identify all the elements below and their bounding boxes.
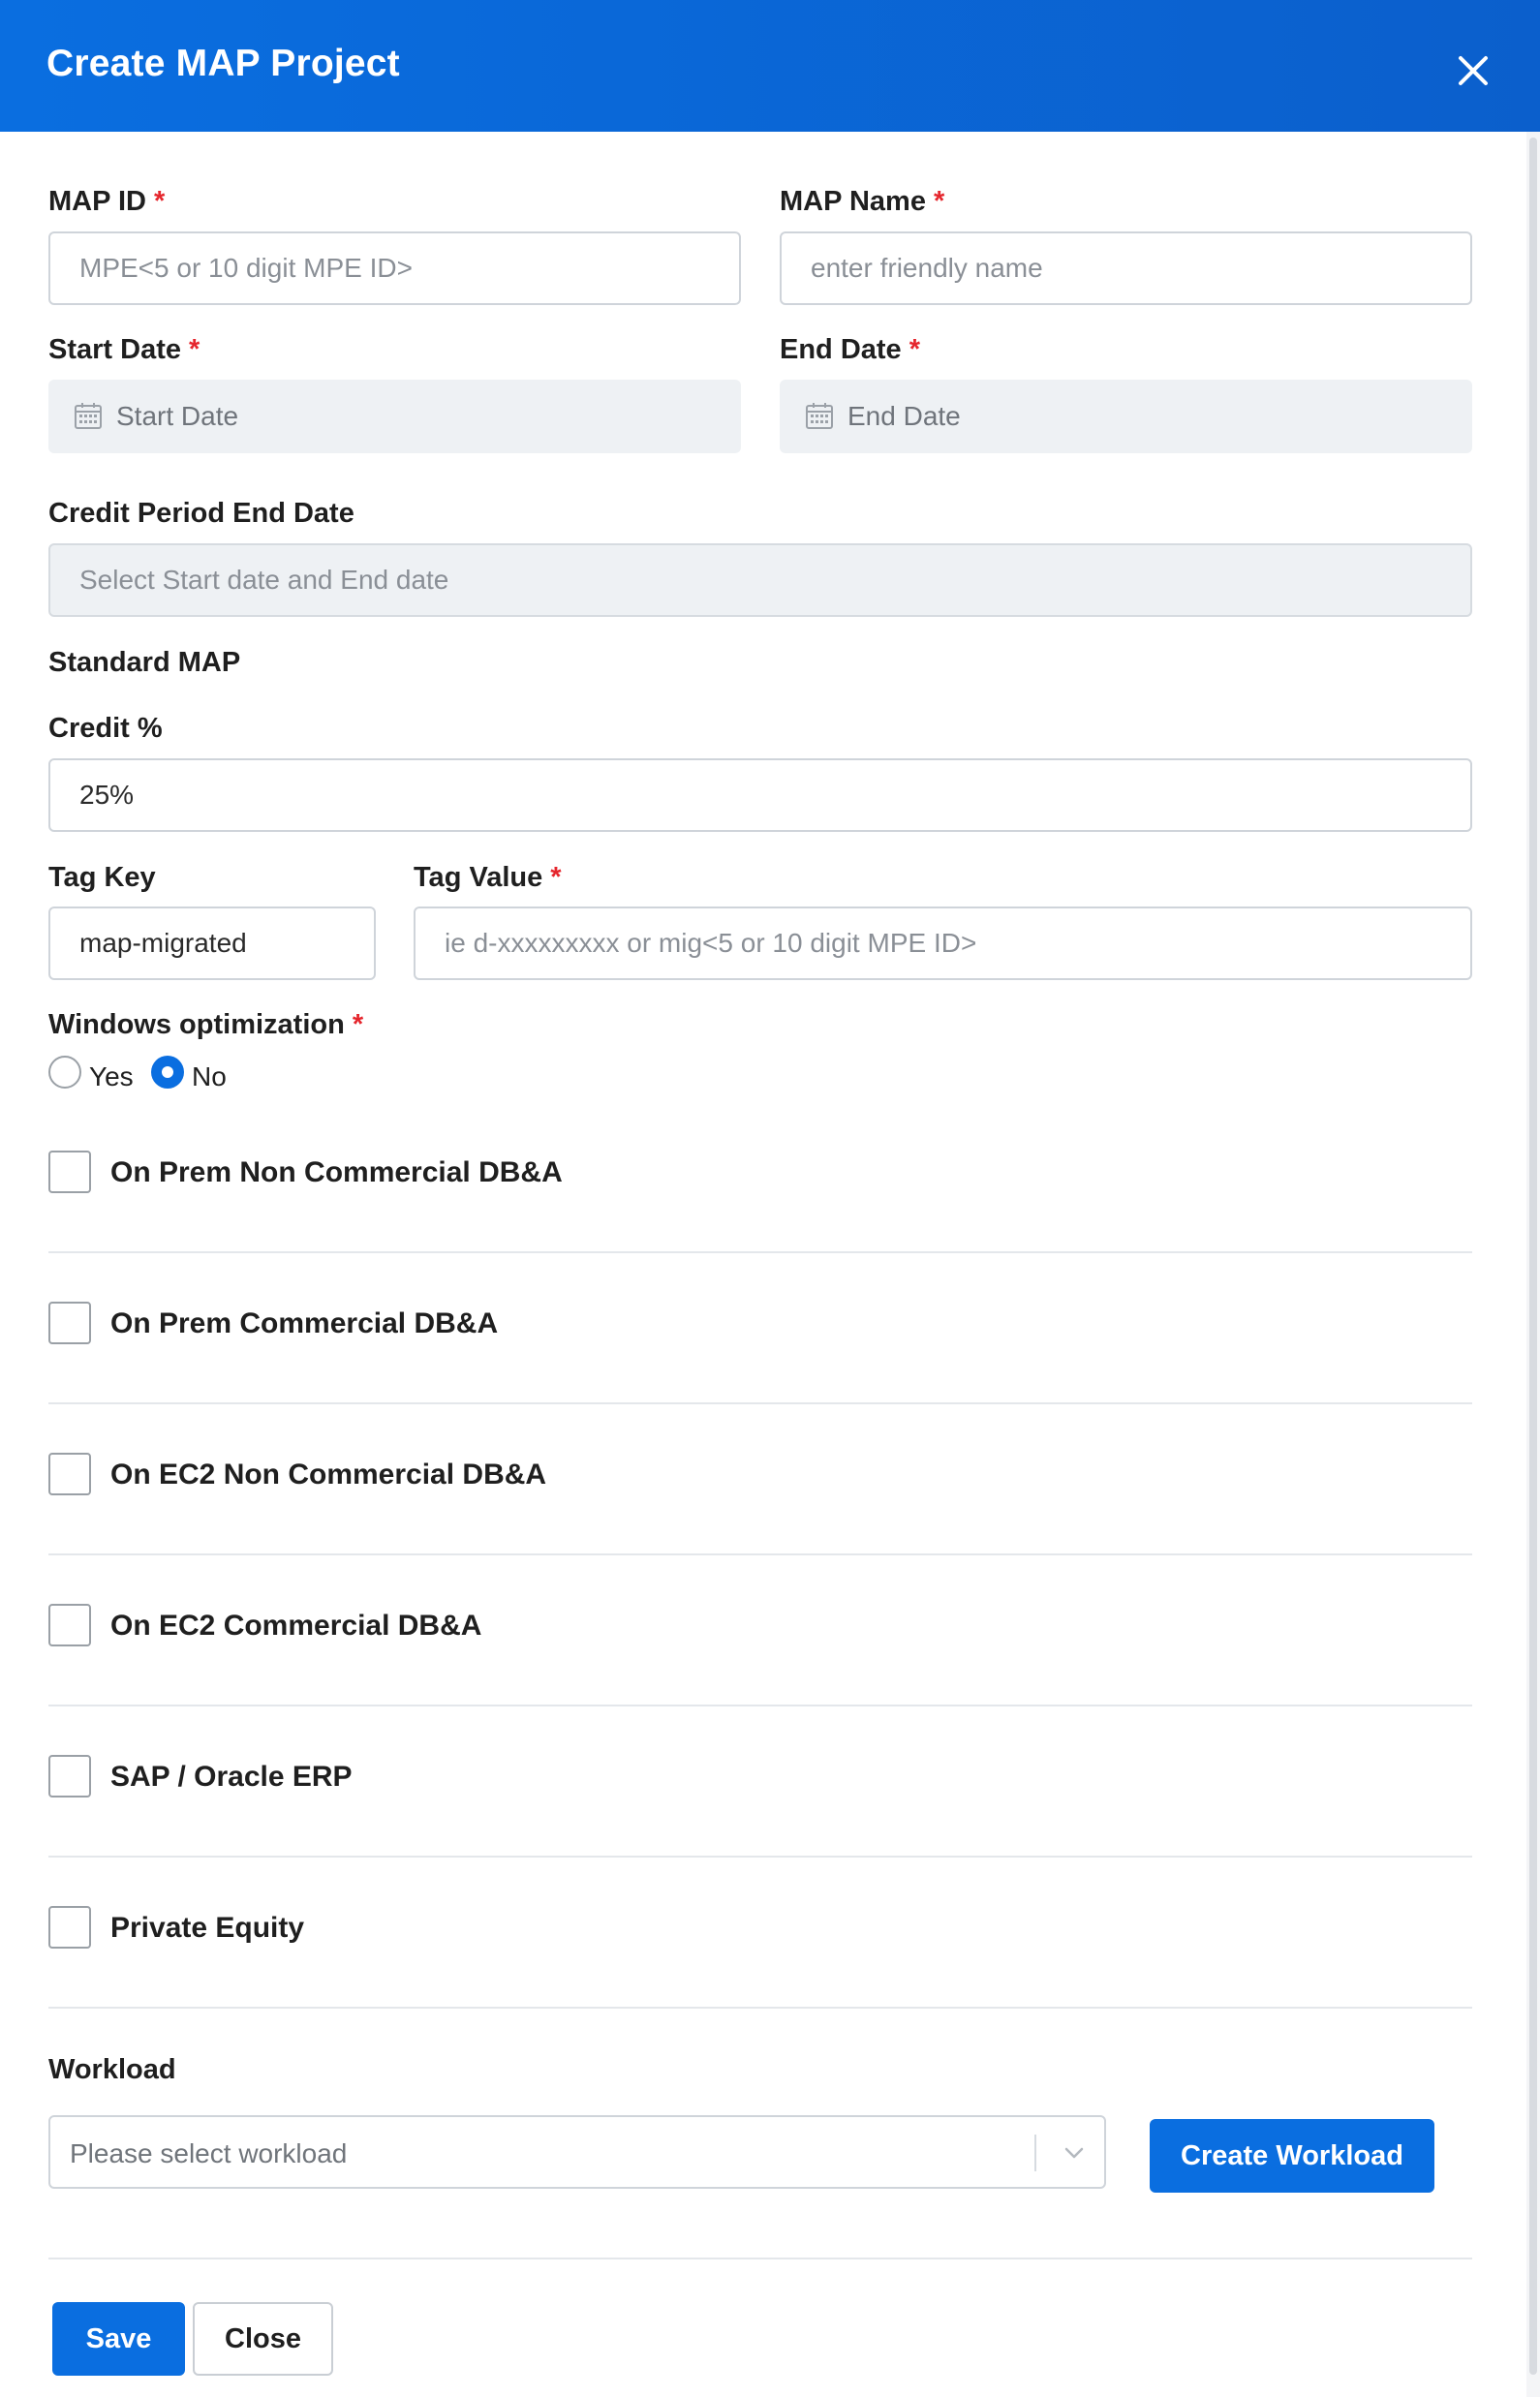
radio-no-label[interactable]: No <box>192 1061 227 1092</box>
divider <box>48 1402 1472 1404</box>
map-name-input[interactable]: enter friendly name <box>780 231 1472 305</box>
divider <box>48 1553 1472 1555</box>
checkbox-label[interactable]: Private Equity <box>110 1912 304 1945</box>
map-id-input[interactable]: MPE<5 or 10 digit MPE ID> <box>48 231 741 305</box>
required-mark: * <box>189 334 200 365</box>
divider <box>48 2007 1472 2009</box>
credit-period-end-input: Select Start date and End date <box>48 543 1472 617</box>
radio-yes-label[interactable]: Yes <box>89 1061 134 1092</box>
workload-select-placeholder: Please select workload <box>70 2138 348 2168</box>
modal-header: Create MAP Project <box>0 0 1540 132</box>
required-mark: * <box>352 1009 364 1040</box>
map-name-label-text: MAP Name <box>780 186 926 217</box>
checkbox-label[interactable]: On Prem Commercial DB&A <box>110 1307 498 1340</box>
checkbox[interactable] <box>48 1302 91 1344</box>
windows-optimization-label-text: Windows optimization <box>48 1009 345 1040</box>
divider <box>48 1705 1472 1706</box>
required-mark: * <box>909 334 920 365</box>
tag-value-input[interactable]: ie d-xxxxxxxxx or mig<5 or 10 digit MPE … <box>414 907 1472 980</box>
checkbox-row-private-equity[interactable]: Private Equity <box>48 1906 1472 2057</box>
start-date-input[interactable]: Start Date <box>48 380 741 453</box>
tag-key-label: Tag Key <box>48 862 156 893</box>
required-mark: * <box>153 186 166 217</box>
tag-value-label-text: Tag Value <box>414 862 543 893</box>
start-date-label-text: Start Date <box>48 334 181 365</box>
map-id-label-text: MAP ID <box>48 186 146 217</box>
radio-yes[interactable] <box>48 1056 81 1089</box>
calendar-icon <box>75 403 102 429</box>
end-date-label: End Date * <box>780 334 920 366</box>
select-separator <box>1034 2135 1036 2171</box>
footer-divider <box>48 2258 1472 2259</box>
close-button[interactable]: Close <box>193 2302 333 2376</box>
end-date-label-text: End Date <box>780 334 902 365</box>
checkbox-row-sap-oracle-erp[interactable]: SAP / Oracle ERP <box>48 1755 1472 1906</box>
map-id-label: MAP ID * <box>48 186 165 218</box>
checkbox-row-on-prem-commercial[interactable]: On Prem Commercial DB&A <box>48 1302 1472 1453</box>
checkbox-row-on-ec2-commercial[interactable]: On EC2 Commercial DB&A <box>48 1604 1472 1755</box>
scrollbar-thumb[interactable] <box>1529 138 1537 2375</box>
tag-key-input[interactable]: map-migrated <box>48 907 376 980</box>
chevron-down-icon[interactable] <box>1062 2140 1087 2166</box>
checkbox-row-on-ec2-non-commercial[interactable]: On EC2 Non Commercial DB&A <box>48 1453 1472 1604</box>
map-name-label: MAP Name * <box>780 186 944 218</box>
checkbox-row-on-prem-non-commercial[interactable]: On Prem Non Commercial DB&A <box>48 1151 1472 1302</box>
save-button[interactable]: Save <box>52 2302 185 2376</box>
divider <box>48 1251 1472 1253</box>
checkbox[interactable] <box>48 1604 91 1646</box>
windows-optimization-label: Windows optimization * <box>48 1009 363 1041</box>
radio-no[interactable] <box>151 1056 184 1089</box>
credit-period-end-label: Credit Period End Date <box>48 498 354 529</box>
workload-label: Workload <box>48 2054 176 2085</box>
modal-title: Create MAP Project <box>46 43 400 84</box>
checkbox-label[interactable]: On EC2 Non Commercial DB&A <box>110 1459 546 1491</box>
start-date-label: Start Date * <box>48 334 200 366</box>
credit-percent-input[interactable]: 25% <box>48 758 1472 832</box>
checkbox-label[interactable]: On Prem Non Commercial DB&A <box>110 1156 563 1189</box>
end-date-input[interactable]: End Date <box>780 380 1472 453</box>
create-workload-button[interactable]: Create Workload <box>1150 2119 1434 2193</box>
standard-map-heading: Standard MAP <box>48 647 241 678</box>
divider <box>48 1856 1472 1858</box>
checkbox[interactable] <box>48 1151 91 1193</box>
checkbox[interactable] <box>48 1453 91 1495</box>
required-mark: * <box>550 862 562 893</box>
checkbox[interactable] <box>48 1906 91 1949</box>
required-mark: * <box>933 186 945 217</box>
checkbox-label[interactable]: On EC2 Commercial DB&A <box>110 1610 481 1643</box>
scrollbar[interactable] <box>1526 132 1540 2397</box>
close-icon[interactable] <box>1457 54 1490 87</box>
credit-percent-label: Credit % <box>48 713 163 744</box>
calendar-icon <box>806 403 833 429</box>
end-date-placeholder: End Date <box>847 401 961 431</box>
start-date-placeholder: Start Date <box>116 401 239 431</box>
workload-select[interactable]: Please select workload <box>48 2115 1106 2189</box>
checkbox[interactable] <box>48 1755 91 1798</box>
checkbox-label[interactable]: SAP / Oracle ERP <box>110 1761 353 1794</box>
tag-value-label: Tag Value * <box>414 862 562 894</box>
